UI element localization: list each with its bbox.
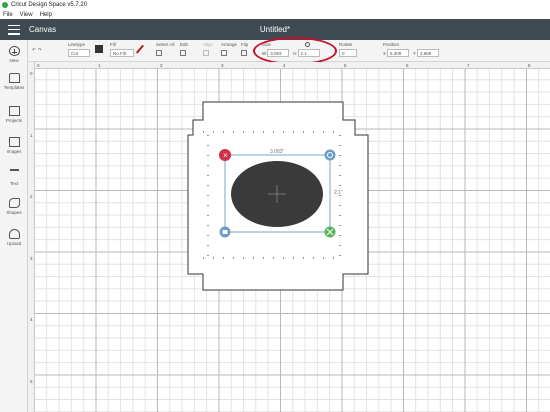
width-dimension-label: 3.083" — [270, 149, 285, 155]
lock-handle-glyph — [222, 230, 228, 234]
rotate-handle-icon — [324, 149, 336, 161]
canvas-artwork: 3.083" 2.1" × — [187, 101, 369, 291]
height-dimension-label: 2.1" — [334, 190, 343, 196]
delete-handle-glyph: × — [223, 152, 229, 160]
